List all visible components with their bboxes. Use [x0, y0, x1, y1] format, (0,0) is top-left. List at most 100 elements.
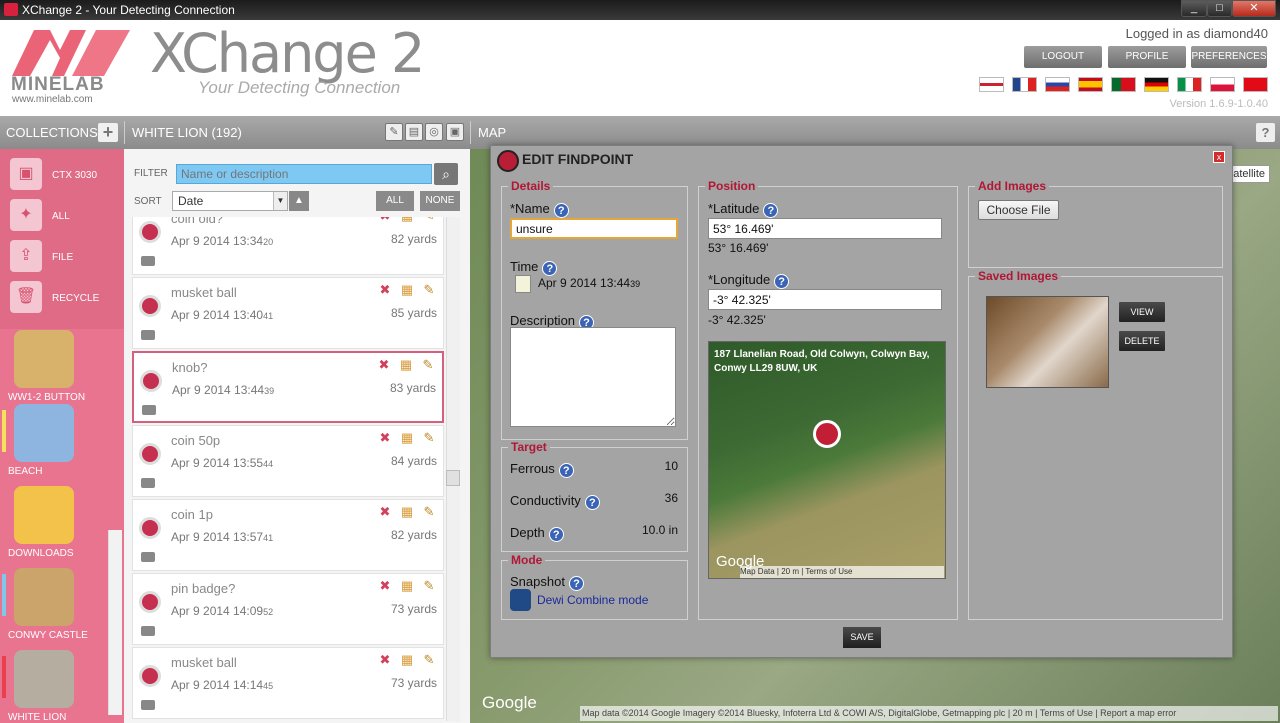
portuguese-flag[interactable] — [1111, 77, 1136, 92]
help-icon[interactable]: ? — [548, 527, 564, 542]
profile-button[interactable]: PROFILE — [1108, 46, 1186, 68]
list-item[interactable]: coin old? Apr 9 2014 13:3420 82 yards ✖ ▦ ✎ — [132, 217, 444, 275]
remove-icon[interactable]: ✖ — [377, 578, 393, 594]
address-label: 187 Llanelian Road, Old Colwyn, Colwyn B… — [714, 349, 930, 374]
sort-select[interactable]: Date — [172, 191, 288, 211]
remove-icon[interactable]: ✖ — [377, 282, 393, 298]
map-tile-icon[interactable]: ▦ — [399, 504, 415, 520]
target-title: Target — [508, 440, 550, 454]
close-dialog-button[interactable]: x — [1213, 151, 1225, 163]
edit-icon[interactable]: ✎ — [421, 652, 437, 668]
latitude-field[interactable] — [708, 218, 942, 239]
delete-image-button[interactable]: DELETE — [1119, 331, 1165, 351]
globe-icon[interactable]: ◎ — [425, 123, 443, 141]
view-image-button[interactable]: VIEW — [1119, 302, 1165, 322]
remove-icon[interactable]: ✖ — [377, 217, 393, 224]
map-tile-icon[interactable]: ▦ — [399, 578, 415, 594]
delete-collection-icon[interactable]: ▤ — [405, 123, 423, 141]
italian-flag[interactable] — [1177, 77, 1202, 92]
edit-icon[interactable]: ✎ — [421, 430, 437, 446]
longitude-field[interactable] — [708, 289, 942, 310]
collection-ww1-2-button[interactable]: WW1-2 BUTTON — [8, 330, 120, 412]
french-flag[interactable] — [1012, 77, 1037, 92]
export-icon[interactable]: ▣ — [446, 123, 464, 141]
save-button[interactable]: SAVE — [843, 627, 881, 648]
name-field[interactable] — [510, 218, 678, 239]
calendar-edit-icon[interactable] — [515, 275, 531, 293]
help-icon[interactable]: ? — [584, 495, 600, 510]
list-item[interactable]: coin 50p Apr 9 2014 13:5544 84 yards ✖ ▦ ✎ — [132, 425, 444, 497]
search-icon[interactable]: ⌕ — [434, 163, 458, 185]
remove-icon[interactable]: ✖ — [377, 504, 393, 520]
russian-flag[interactable] — [1045, 77, 1070, 92]
help-icon[interactable]: ? — [763, 203, 779, 218]
list-item[interactable]: musket ball Apr 9 2014 14:1445 73 yards ✖ ▦ ✎ — [132, 647, 444, 719]
remove-icon[interactable]: ✖ — [376, 357, 392, 373]
edit-icon[interactable]: ✎ — [421, 578, 437, 594]
list-item[interactable]: coin 1p Apr 9 2014 13:5741 82 yards ✖ ▦ ✎ — [132, 499, 444, 571]
help-icon[interactable]: ? — [774, 274, 790, 289]
position-map[interactable] — [708, 341, 946, 579]
filter-input[interactable] — [176, 164, 432, 184]
collection-beach[interactable]: BEACH — [2, 404, 120, 486]
german-flag[interactable] — [1144, 77, 1169, 92]
map-tile-icon[interactable]: ▦ — [399, 430, 415, 446]
collection-conwy-castle[interactable]: CONWY CASTLE — [2, 568, 120, 650]
map-tile-icon[interactable]: ▦ — [399, 217, 415, 224]
edit-icon[interactable]: ✎ — [421, 217, 437, 224]
add-collection-button[interactable]: + — [98, 123, 118, 142]
description-field[interactable] — [510, 327, 676, 427]
help-icon[interactable]: ? — [553, 203, 569, 218]
collection-white-lion[interactable]: WHITE LION — [2, 650, 120, 723]
help-icon[interactable]: ? — [542, 261, 558, 276]
sidebar-scrollbar[interactable] — [108, 530, 122, 715]
english-flag[interactable] — [979, 77, 1004, 92]
help-button[interactable]: ? — [1256, 123, 1275, 142]
list-scrollbar[interactable] — [446, 217, 460, 721]
polish-flag[interactable] — [1210, 77, 1235, 92]
logout-button[interactable]: LOGOUT — [1024, 46, 1102, 68]
findpoint-list[interactable]: coin old?Apr 9 2014 13:342082 yards✖▦✎mu… — [130, 217, 446, 721]
choose-file-button[interactable]: Choose File — [978, 200, 1059, 220]
select-none-button[interactable]: NONE — [420, 191, 460, 211]
time-label-text: Time — [510, 259, 539, 274]
list-item[interactable]: pin badge? Apr 9 2014 14:0952 73 yards ✖ ▦ ✎ — [132, 573, 444, 645]
logo-url: www.minelab.com — [12, 94, 93, 105]
minimize-button[interactable]: _ — [1181, 0, 1207, 17]
help-icon[interactable]: ? — [568, 576, 584, 591]
conductivity-label-text: Conductivity — [510, 493, 581, 508]
edit-icon[interactable]: ✎ — [421, 282, 437, 298]
help-icon[interactable]: ? — [558, 463, 574, 478]
list-scrollbar-thumb[interactable] — [446, 470, 460, 486]
preferences-button[interactable]: PREFERENCES — [1191, 46, 1267, 68]
sidebar-item-ctx-3030[interactable]: ▣ CTX 3030 — [10, 158, 120, 194]
spanish-flag[interactable] — [1078, 77, 1103, 92]
list-item[interactable]: knob? Apr 9 2014 13:4439 83 yards ✖ ▦ ✎ — [132, 351, 444, 423]
snapshot-screen-icon[interactable] — [510, 589, 531, 611]
latitude-label-text: *Latitude — [708, 201, 760, 216]
sidebar-item-recycle[interactable]: 🗑 RECYCLE — [10, 281, 120, 317]
sidebar-item-file[interactable]: ⇪ FILE — [10, 240, 120, 276]
findpoint-name: pin badge? — [171, 581, 236, 596]
findpoint-name: musket ball — [171, 655, 237, 670]
edit-icon[interactable]: ✎ — [420, 357, 436, 373]
remove-icon[interactable]: ✖ — [377, 652, 393, 668]
close-window-button[interactable]: ✕ — [1232, 0, 1276, 17]
map-tile-icon[interactable]: ▦ — [398, 357, 414, 373]
collection-downloads[interactable]: DOWNLOADS — [8, 486, 120, 568]
sidebar-item-all[interactable]: ✦ ALL — [10, 199, 120, 235]
findpoint-pin-icon[interactable] — [813, 420, 841, 448]
list-item[interactable]: musket ball Apr 9 2014 13:4041 85 yards ✖ ▦ ✎ — [132, 277, 444, 349]
map-tile-icon[interactable]: ▦ — [399, 652, 415, 668]
sort-direction-button[interactable]: ▲ — [289, 191, 309, 211]
select-all-button[interactable]: ALL — [376, 191, 414, 211]
edit-icon[interactable]: ✎ — [421, 504, 437, 520]
edit-collection-icon[interactable]: ✎ — [385, 123, 403, 141]
saved-image-thumbnail[interactable] — [986, 296, 1109, 388]
chevron-down-icon[interactable]: ▼ — [273, 192, 287, 210]
maximize-button[interactable]: □ — [1207, 0, 1232, 17]
turkish-flag[interactable] — [1243, 77, 1268, 92]
longitude-label-text: *Longitude — [708, 272, 771, 287]
remove-icon[interactable]: ✖ — [377, 430, 393, 446]
map-tile-icon[interactable]: ▦ — [399, 282, 415, 298]
